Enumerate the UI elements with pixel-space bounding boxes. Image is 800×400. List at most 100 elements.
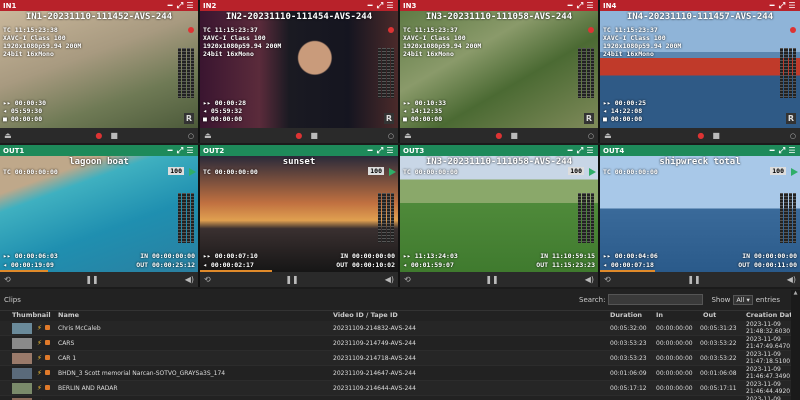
minus-icon[interactable]: ━: [365, 146, 375, 155]
loop-icon[interactable]: ⟲: [4, 275, 11, 284]
clip-date: 2023-11-09: [746, 366, 781, 373]
search-input[interactable]: [608, 294, 704, 305]
output-timecode: TC 00:00:00:00: [203, 168, 258, 176]
loop-icon[interactable]: ⟲: [404, 275, 411, 284]
expand-icon[interactable]: ⤢: [175, 146, 185, 156]
loop-icon[interactable]: ⟲: [604, 275, 611, 284]
time-recorded: 00:00:00: [10, 115, 43, 123]
time-position: 00:00:04:06: [614, 252, 658, 260]
eject-icon[interactable]: ⏏: [204, 131, 212, 140]
minus-icon[interactable]: ━: [165, 1, 175, 10]
output-video: shipwreck total TC 00:00:00:00 100 ▸▸ 00…: [600, 156, 800, 273]
col-name[interactable]: Name: [58, 311, 79, 319]
col-in[interactable]: In: [656, 311, 663, 319]
menu-icon[interactable]: ☰: [585, 146, 595, 155]
col-out[interactable]: Out: [703, 311, 716, 319]
loop-icon[interactable]: ⟲: [204, 275, 211, 284]
expand-icon[interactable]: ⤢: [777, 1, 787, 11]
menu-icon[interactable]: ☰: [585, 1, 595, 10]
expand-icon[interactable]: ⤢: [175, 1, 185, 11]
record-icon[interactable]: ●: [495, 131, 502, 140]
volume-icon[interactable]: ◀): [787, 275, 796, 284]
lock-icon: [45, 385, 50, 390]
volume-icon[interactable]: ◀): [385, 275, 394, 284]
audio-format: 24bit 16xMono: [603, 50, 654, 58]
timecode: TC 11:15:23:38: [3, 26, 58, 34]
output-tile-1[interactable]: OUT1 ━ ⤢ ☰ lagoon boat TC 00:00:00:00 10…: [0, 145, 200, 287]
clips-scrollbar[interactable]: ▲: [791, 290, 800, 400]
play-indicator-icon: [589, 168, 596, 176]
menu-icon[interactable]: ☰: [185, 146, 195, 155]
minus-icon[interactable]: ━: [365, 1, 375, 10]
menu-icon[interactable]: ☰: [787, 146, 797, 155]
record-indicator-icon: [588, 27, 594, 33]
stop-icon[interactable]: ■: [510, 131, 518, 140]
record-icon[interactable]: ●: [295, 131, 302, 140]
minus-icon[interactable]: ━: [767, 146, 777, 155]
stop-icon[interactable]: ■: [712, 131, 720, 140]
expand-icon[interactable]: ⤢: [575, 146, 585, 156]
eject-icon[interactable]: ⏏: [404, 131, 412, 140]
input-tile-1[interactable]: IN1 ━ ⤢ ☰ IN1-20231110-111452-AVS-244 TC…: [0, 0, 200, 143]
minus-icon[interactable]: ━: [565, 146, 575, 155]
resolution: 1920x1080p59.94 200M: [203, 42, 282, 50]
menu-icon[interactable]: ☰: [385, 146, 395, 155]
output-tile-3[interactable]: OUT3 ━ ⤢ ☰ IN3-20231110-111058-AVS-244 T…: [400, 145, 600, 287]
menu-icon[interactable]: ☰: [185, 1, 195, 10]
output-title: sunset: [282, 157, 316, 167]
volume-icon[interactable]: ◀): [585, 275, 594, 284]
eject-icon[interactable]: ⏏: [4, 131, 12, 140]
minus-icon[interactable]: ━: [165, 146, 175, 155]
expand-icon[interactable]: ⤢: [375, 1, 385, 11]
time-recorded: 00:00:00: [210, 115, 243, 123]
table-row[interactable]: ⚡ BHDN_3 Scott memorial Narcan-SOTVO_GRA…: [0, 366, 791, 381]
out-point: OUT 11:15:23:23: [536, 261, 595, 269]
menu-icon[interactable]: ☰: [385, 1, 395, 10]
menu-icon[interactable]: ☰: [787, 1, 797, 10]
show-entries-select[interactable]: All ▾: [733, 294, 753, 305]
record-icon[interactable]: ●: [697, 131, 704, 140]
pause-icon[interactable]: ❚❚: [85, 275, 98, 284]
col-duration[interactable]: Duration: [610, 311, 642, 319]
input-tile-4[interactable]: IN4 ━ ⤢ ☰ IN4-20231110-111457-AVS-244 TC…: [600, 0, 800, 143]
output-tile-4[interactable]: OUT4 ━ ⤢ ☰ shipwreck total TC 00:00:00:0…: [600, 145, 800, 287]
expand-icon[interactable]: ⤢: [777, 146, 787, 156]
stop-icon[interactable]: ■: [310, 131, 318, 140]
clip-thumbnail: [12, 353, 32, 364]
eject-icon[interactable]: ⏏: [604, 131, 612, 140]
bolt-icon: ⚡: [37, 384, 42, 392]
minus-icon[interactable]: ━: [565, 1, 575, 10]
input-tile-2[interactable]: IN2 ━ ⤢ ☰ IN2-20231110-111454-AVS-244 TC…: [200, 0, 400, 143]
table-row[interactable]: ⚡ BERLIN AND RADAR 20231109-214644-AVS-2…: [0, 381, 791, 396]
output-tile-2[interactable]: OUT2 ━ ⤢ ☰ sunset TC 00:00:00:00 100 ▸▸ …: [200, 145, 400, 287]
bolt-icon: ⚡: [37, 354, 42, 362]
output-times: ▸▸ 11:13:24:03 ◂ 00:01:59:07: [403, 252, 458, 269]
pause-icon[interactable]: ❚❚: [285, 275, 298, 284]
minus-icon[interactable]: ━: [767, 1, 777, 10]
input-tile-3[interactable]: IN3 ━ ⤢ ☰ IN3-20231110-111058-AVS-244 TC…: [400, 0, 600, 143]
table-row[interactable]: ⚡ CAR 1 20231109-214718-AVS-244 00:03:53…: [0, 351, 791, 366]
table-row[interactable]: ⚡ CARS 20231109-214749-AVS-244 00:03:53:…: [0, 336, 791, 351]
col-thumbnail[interactable]: Thumbnail: [12, 311, 51, 319]
expand-icon[interactable]: ⤢: [575, 1, 585, 11]
status-icon: ○: [587, 131, 594, 140]
pause-icon[interactable]: ❚❚: [687, 275, 700, 284]
pause-icon[interactable]: ❚❚: [485, 275, 498, 284]
play-indicator-icon: [791, 168, 798, 176]
output-video: sunset TC 00:00:00:00 100 ▸▸ 00:00:07:10…: [200, 156, 398, 273]
expand-icon[interactable]: ⤢: [375, 146, 385, 156]
volume-icon[interactable]: ◀): [185, 275, 194, 284]
time-elapsed: 00:00:25: [614, 99, 647, 107]
status-icon: ○: [187, 131, 194, 140]
output-inout: IN 00:00:00:00 OUT 00:00:25:12: [136, 252, 195, 270]
table-row[interactable]: ⚡ ART SCHOOL FIRE 20231109-214602-AVS-24…: [0, 396, 791, 400]
clip-video-id: 20231109-214832-AVS-244: [333, 325, 416, 332]
col-video-id[interactable]: Video ID / Tape ID: [333, 311, 398, 319]
stop-icon[interactable]: ■: [110, 131, 118, 140]
record-icon[interactable]: ●: [95, 131, 102, 140]
input-title: IN4-20231110-111457-AVS-244: [626, 12, 774, 22]
out-point: OUT 00:00:11:00: [738, 261, 797, 269]
table-row[interactable]: ⚡ Chris McCaleb 20231109-214832-AVS-244 …: [0, 321, 791, 336]
clip-video-id: 20231109-214749-AVS-244: [333, 340, 416, 347]
input-meta: TC 11:15:23:37 XAVC-I Class 100 1920x108…: [403, 26, 481, 58]
